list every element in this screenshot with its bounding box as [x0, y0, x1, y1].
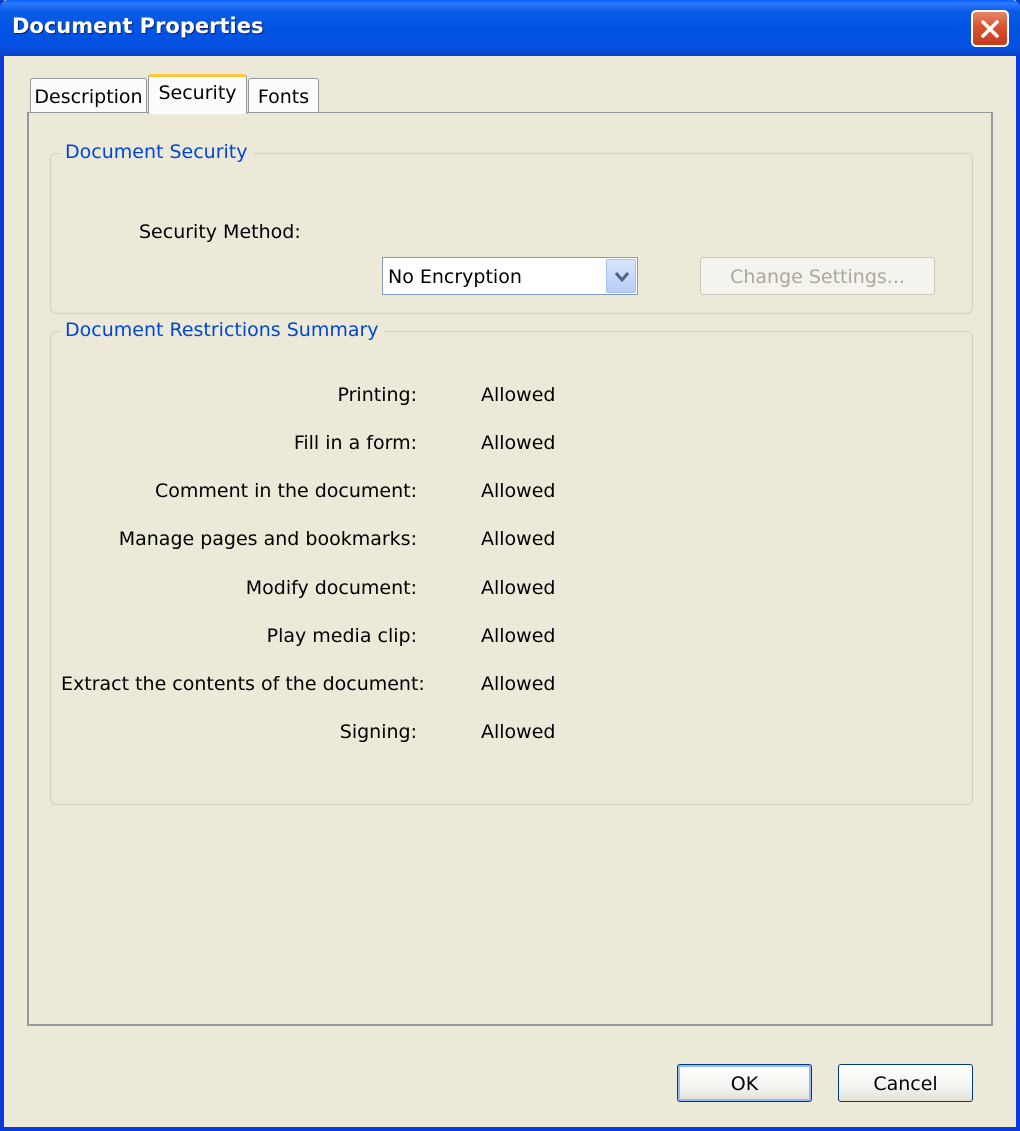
document-restrictions-legend: Document Restrictions Summary [60, 319, 384, 341]
restriction-value-play-media: Allowed [481, 625, 556, 647]
change-settings-button[interactable]: Change Settings... [700, 257, 935, 295]
tab-description[interactable]: Description [30, 78, 147, 114]
restriction-value-fill-form: Allowed [481, 432, 556, 454]
restriction-label-manage-pages: Manage pages and bookmarks: [118, 528, 417, 550]
document-properties-dialog: Document Properties Description Security… [0, 0, 1020, 1131]
security-method-dropdown[interactable]: No Encryption [382, 257, 638, 295]
restriction-label-comment: Comment in the document: [155, 480, 417, 502]
tab-security[interactable]: Security [148, 74, 247, 114]
restriction-value-comment: Allowed [481, 480, 556, 502]
restriction-label-signing: Signing: [339, 721, 417, 743]
security-tab-panel: Document Security Security Method: No En… [27, 112, 993, 1026]
document-restrictions-group: Document Restrictions Summary Printing: … [50, 319, 973, 805]
restriction-label-printing: Printing: [337, 384, 418, 406]
restriction-value-printing: Allowed [481, 384, 556, 406]
cancel-button[interactable]: Cancel [838, 1064, 973, 1102]
title-bar[interactable]: Document Properties [0, 0, 1020, 56]
restriction-label-fill-form: Fill in a form: [293, 432, 417, 454]
restriction-value-manage-pages: Allowed [481, 528, 556, 550]
security-method-value: No Encryption [388, 266, 522, 288]
document-security-group: Document Security Security Method: No En… [50, 141, 973, 314]
security-method-label: Security Method: [139, 221, 301, 243]
restriction-label-extract: Extract the contents of the document: [61, 673, 425, 695]
restriction-value-extract: Allowed [481, 673, 556, 695]
dropdown-button[interactable] [606, 259, 636, 293]
restriction-value-signing: Allowed [481, 721, 556, 743]
close-button[interactable] [971, 10, 1009, 47]
restriction-label-play-media: Play media clip: [266, 625, 417, 647]
window-title: Document Properties [12, 14, 264, 38]
restriction-value-modify: Allowed [481, 577, 556, 599]
ok-button[interactable]: OK [677, 1064, 812, 1102]
document-security-legend: Document Security [60, 141, 253, 163]
close-icon [981, 20, 999, 38]
restriction-label-modify: Modify document: [245, 577, 417, 599]
chevron-down-icon [614, 272, 630, 283]
tab-fonts[interactable]: Fonts [248, 78, 319, 114]
